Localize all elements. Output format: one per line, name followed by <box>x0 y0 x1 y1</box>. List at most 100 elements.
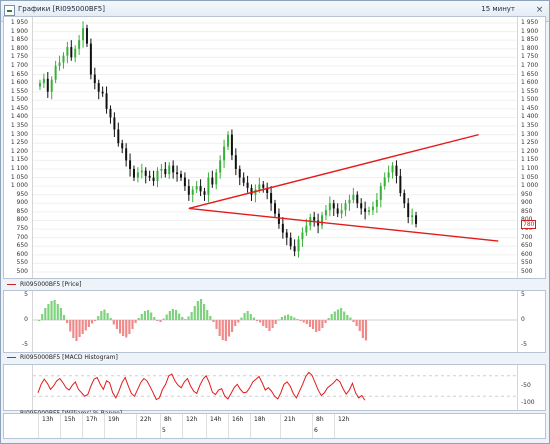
macd-bar <box>305 320 308 324</box>
macd-bar <box>290 316 293 320</box>
price-tick-label-right: 1 200 <box>521 147 539 155</box>
candle-body <box>42 78 45 84</box>
candle-body <box>132 168 135 178</box>
macd-bar <box>330 314 333 320</box>
price-tick-label-right: 1 750 <box>521 53 539 61</box>
price-tick-label-left: 1 900 <box>10 27 28 35</box>
time-tick-label: 13h <box>42 416 54 423</box>
macd-bar <box>364 320 368 341</box>
macd-bar <box>100 311 103 320</box>
price-tick-label-right: 1 850 <box>521 36 539 44</box>
macd-bar <box>203 304 206 320</box>
candle-body <box>172 165 175 173</box>
price-tick-label-left: 700 <box>16 233 28 241</box>
candle-body <box>328 203 331 211</box>
candle-body <box>379 186 382 200</box>
price-tick-label-right: 1 900 <box>521 27 539 35</box>
macd-bar <box>308 320 312 327</box>
macd-bar <box>56 304 59 320</box>
price-tick-label-right: 1 550 <box>521 87 539 95</box>
macd-bar <box>327 318 330 320</box>
macd-bar <box>38 320 41 321</box>
triangle-lower-line <box>188 207 499 242</box>
timeframe-selector[interactable]: 15 минут <box>481 5 515 13</box>
candle-body <box>297 239 300 252</box>
candle-body <box>364 208 367 212</box>
macd-bar <box>280 317 284 320</box>
candle-body <box>399 175 402 194</box>
macd-bar <box>196 301 199 320</box>
candle-body <box>344 203 347 211</box>
time-separator <box>312 414 313 438</box>
macd-bar <box>159 320 162 322</box>
macd-bar <box>97 316 100 320</box>
macd-legend-text: RI095000BF5 [MACD Histogram] <box>20 354 118 361</box>
macd-bar <box>315 320 318 332</box>
macd-bar <box>178 313 181 320</box>
price-tick-label-left: 1 650 <box>10 70 28 78</box>
time-tick-label: 21h <box>284 416 296 423</box>
macd-plot[interactable] <box>32 291 518 352</box>
time-tick-label: 16h <box>232 416 244 423</box>
candle-body <box>140 170 143 173</box>
price-tick-label-left: 900 <box>16 199 28 207</box>
macd-bar <box>199 299 203 320</box>
macd-bar <box>218 320 221 336</box>
candle-body <box>148 175 151 178</box>
candle-body <box>223 146 226 161</box>
macd-bar <box>249 314 252 320</box>
macd-bar <box>140 314 143 320</box>
candle-body <box>168 165 171 175</box>
price-tick-label-left: 1 300 <box>10 130 28 138</box>
macd-bar <box>143 311 147 320</box>
candle-body <box>383 177 386 187</box>
macd-bar <box>150 312 153 320</box>
candle-body <box>321 215 324 226</box>
candle-body <box>70 47 73 58</box>
macd-bar <box>268 320 271 331</box>
price-tick-label-left: 1 600 <box>10 79 28 87</box>
time-separator <box>104 414 105 438</box>
candle-body <box>305 225 308 233</box>
candlestick-chart <box>33 21 517 273</box>
candle-body <box>125 148 128 161</box>
williams-tick-label: -100 <box>521 399 535 406</box>
time-separator <box>228 414 229 438</box>
price-tick-label-left: 950 <box>16 190 28 198</box>
time-separator <box>82 414 83 438</box>
macd-bar <box>283 315 287 320</box>
price-tick-label-left: 750 <box>16 225 28 233</box>
macd-bar <box>59 308 62 320</box>
window-title: Графики [RI095000BF5] <box>18 5 105 13</box>
candle-body <box>246 182 249 188</box>
macd-bar <box>339 308 343 320</box>
candle-body <box>199 186 202 192</box>
macd-bar <box>112 320 115 325</box>
candle-body <box>368 210 371 212</box>
candle-body <box>391 165 394 173</box>
time-tick-label: 12h <box>186 416 198 423</box>
candle-body <box>50 79 53 92</box>
candle-body <box>164 168 167 175</box>
candle-body <box>371 206 374 211</box>
price-tick-label-right: 600 <box>521 250 533 258</box>
candle-body <box>89 43 92 75</box>
candle-body <box>62 55 65 63</box>
macd-bar <box>224 320 227 341</box>
price-tick-label-right: 1 400 <box>521 113 539 121</box>
macd-histogram-chart <box>33 299 517 341</box>
candle-body <box>129 160 132 169</box>
candle-body <box>144 170 147 176</box>
macd-bar <box>265 320 268 328</box>
time-separator <box>280 414 281 438</box>
candle-body <box>313 217 316 221</box>
time-axis: 13h 15h 17h 19h 22h 8h 12h 14h 16h 18h 21h 8h 12h 5 6 <box>3 413 546 439</box>
williams-plot[interactable] <box>32 365 518 410</box>
macd-bar <box>128 320 131 334</box>
macd-bar <box>243 313 246 320</box>
price-plot[interactable] <box>32 17 518 278</box>
time-separator <box>250 414 251 438</box>
macd-bar <box>103 309 106 320</box>
macd-bar <box>84 320 87 331</box>
candle-body <box>85 28 88 44</box>
